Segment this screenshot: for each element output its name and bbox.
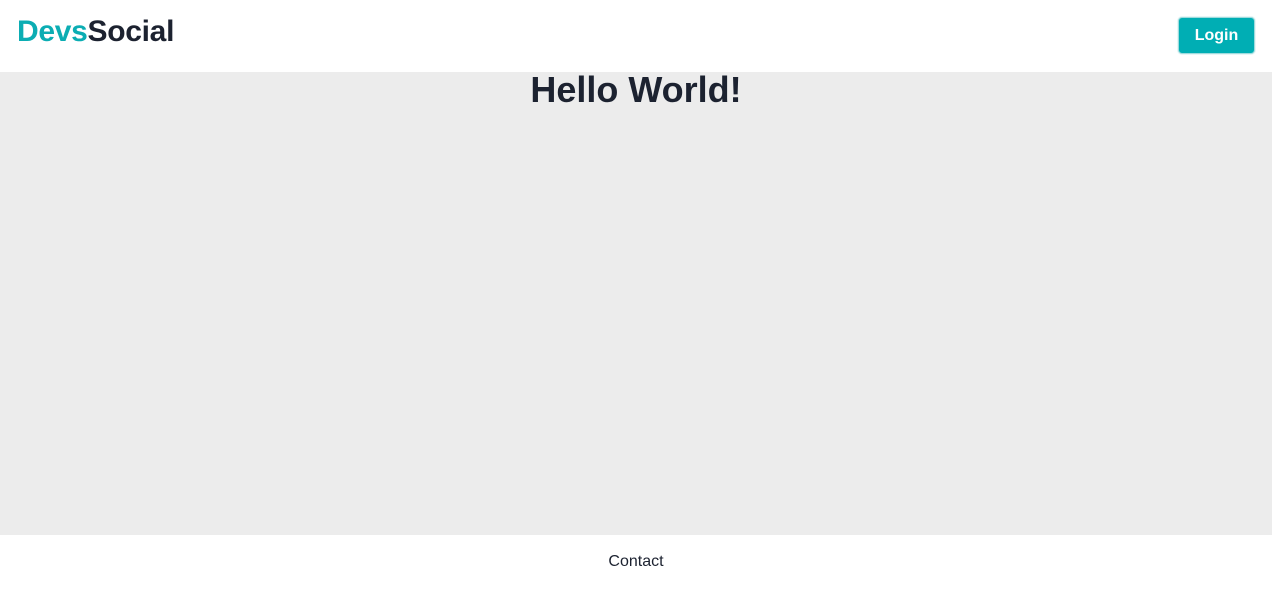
site-footer: Contact <box>0 535 1272 590</box>
brand-rest-text: Social <box>87 15 175 48</box>
contact-link[interactable]: Contact <box>0 553 1272 571</box>
login-button[interactable]: Login <box>1178 17 1255 54</box>
main-content: Hello World! <box>0 72 1272 535</box>
page-title: Hello World! <box>530 69 742 110</box>
brand-logo-link[interactable]: DevsSocial <box>17 14 174 50</box>
site-header: DevsSocial Login <box>0 0 1272 72</box>
brand-accent-text: Devs <box>17 15 88 48</box>
